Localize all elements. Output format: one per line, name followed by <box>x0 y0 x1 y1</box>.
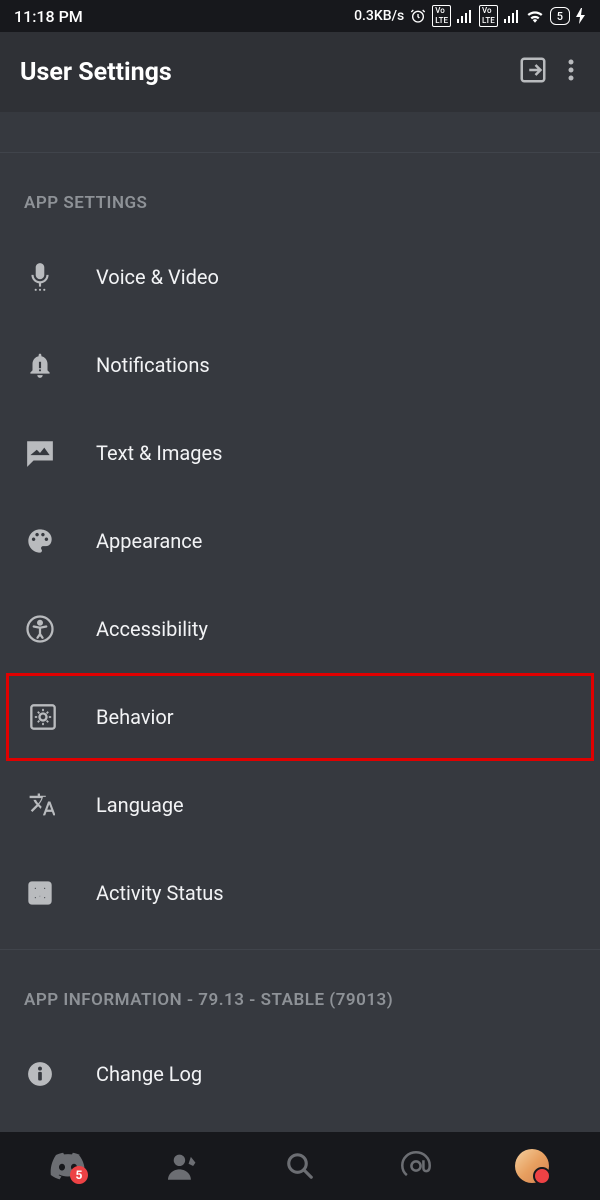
header: User Settings <box>0 32 600 112</box>
nav-mentions-icon[interactable] <box>392 1142 440 1190</box>
nav-profile-avatar[interactable] <box>508 1142 556 1190</box>
signal-icon-1 <box>457 9 473 23</box>
nav-search-icon[interactable] <box>276 1142 324 1190</box>
charging-icon <box>576 8 586 24</box>
settings-label: Notifications <box>96 353 210 377</box>
gear-box-icon <box>27 701 59 733</box>
nav-badge: 5 <box>70 1166 88 1184</box>
dice-icon: ? <box>24 877 56 909</box>
avatar <box>515 1149 549 1183</box>
info-icon <box>24 1058 56 1090</box>
settings-label: Activity Status <box>96 881 224 905</box>
alarm-icon <box>410 8 426 24</box>
settings-item-activity-status[interactable]: ? Activity Status <box>0 849 600 937</box>
bell-icon <box>24 349 56 381</box>
settings-label: Change Log <box>96 1062 202 1086</box>
image-message-icon <box>24 437 56 469</box>
section-header-app-settings: APP SETTINGS <box>0 152 600 233</box>
settings-label: Appearance <box>96 529 202 553</box>
status-indicators: 0.3KB/s VoLTE VoLTE 5 <box>354 5 586 27</box>
volte-icon-2: VoLTE <box>479 5 498 27</box>
status-time: 11:18 PM <box>14 7 83 26</box>
settings-item-appearance[interactable]: Appearance <box>0 497 600 585</box>
nav-friends-icon[interactable] <box>160 1142 208 1190</box>
accessibility-icon <box>24 613 56 645</box>
wifi-icon <box>526 9 544 23</box>
settings-item-behavior[interactable]: Behavior <box>6 673 594 761</box>
settings-label: Behavior <box>96 705 174 729</box>
signal-icon-2 <box>504 9 520 23</box>
settings-item-accessibility[interactable]: Accessibility <box>0 585 600 673</box>
settings-label: Accessibility <box>96 617 208 641</box>
status-bar: 11:18 PM 0.3KB/s VoLTE VoLTE 5 <box>0 0 600 32</box>
settings-label: Voice & Video <box>96 265 219 289</box>
svg-text:?: ? <box>38 889 42 899</box>
settings-item-text-images[interactable]: Text & Images <box>0 409 600 497</box>
exit-icon[interactable] <box>518 55 548 89</box>
settings-item-voice-video[interactable]: Voice & Video <box>0 233 600 321</box>
more-options-icon[interactable] <box>562 58 580 86</box>
translate-icon <box>24 789 56 821</box>
palette-icon <box>24 525 56 557</box>
battery-indicator: 5 <box>550 7 570 25</box>
nav-discord-icon[interactable]: 5 <box>44 1142 92 1190</box>
section-header-app-info: APP INFORMATION - 79.13 - STABLE (79013) <box>0 950 600 1030</box>
settings-label: Language <box>96 793 184 817</box>
settings-item-language[interactable]: Language <box>0 761 600 849</box>
page-title: User Settings <box>20 58 504 87</box>
settings-item-change-log[interactable]: Change Log <box>0 1030 600 1118</box>
settings-content: APP SETTINGS Voice & Video Notifications… <box>0 112 600 1132</box>
network-speed: 0.3KB/s <box>354 8 404 24</box>
volte-icon-1: VoLTE <box>432 5 451 27</box>
bottom-nav: 5 <box>0 1132 600 1200</box>
settings-label: Text & Images <box>96 441 222 465</box>
microphone-icon <box>24 261 56 293</box>
settings-item-notifications[interactable]: Notifications <box>0 321 600 409</box>
